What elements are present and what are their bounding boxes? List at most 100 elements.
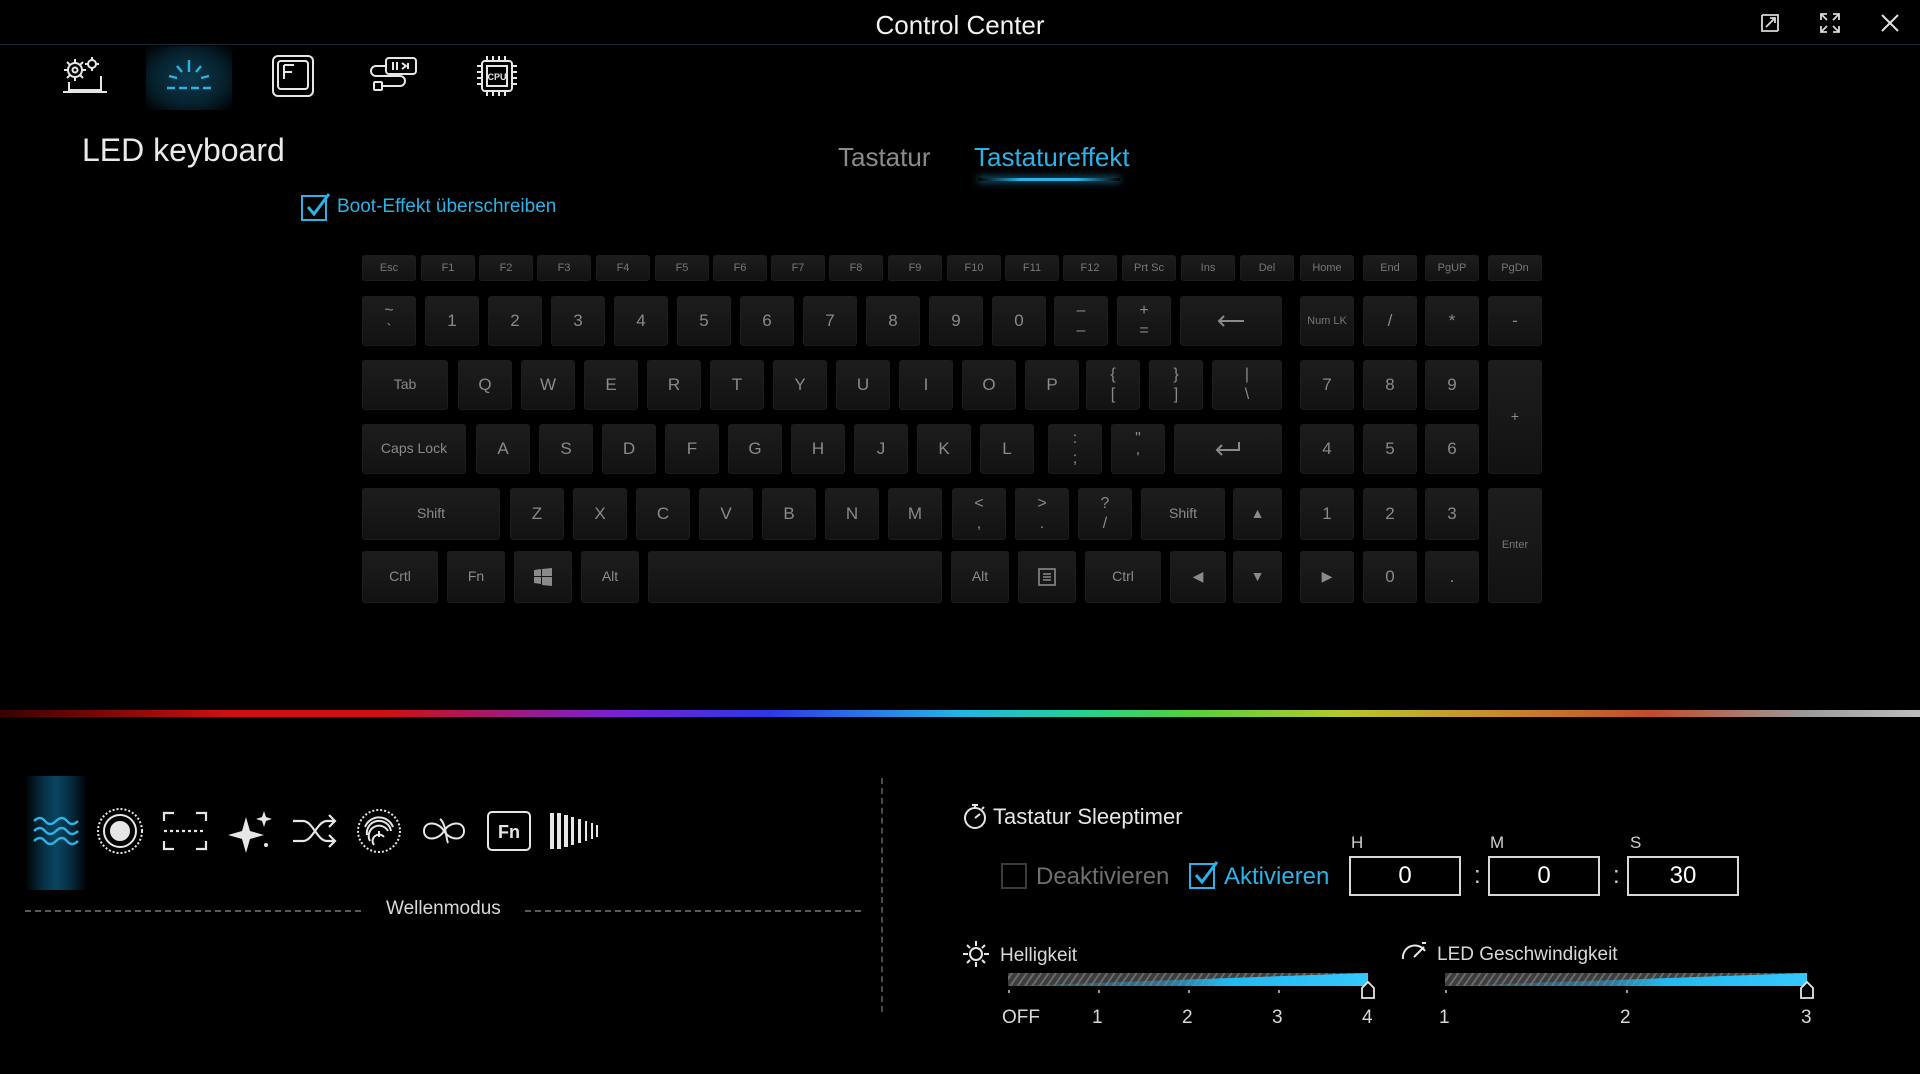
key-letter[interactable]: F (665, 424, 719, 474)
key-letter[interactable]: O (962, 360, 1016, 410)
led-speed-slider[interactable]: 1 2 3 (1439, 973, 1814, 1028)
key-ctrl-left[interactable]: Crtl (362, 551, 438, 603)
fn-key[interactable]: End (1363, 255, 1417, 281)
fn-key[interactable]: F10 (947, 255, 1001, 281)
hours-input[interactable]: 0 (1349, 856, 1461, 896)
key-ctrl-right[interactable]: Ctrl (1085, 551, 1161, 603)
key-digit[interactable]: 7 (803, 296, 857, 346)
numpad-minus[interactable]: - (1488, 296, 1542, 346)
key-tab[interactable]: Tab (362, 360, 448, 410)
boot-override-checkbox[interactable] (301, 193, 331, 221)
key-letter[interactable]: B (762, 488, 816, 540)
restore-window-icon[interactable] (1752, 8, 1788, 38)
key-arrow-down[interactable]: ▼ (1233, 551, 1282, 603)
tab-tastatur[interactable]: Tastatur (838, 142, 931, 173)
effect-mode-shuffle[interactable] (284, 776, 346, 890)
key-alt-right[interactable]: Alt (951, 551, 1009, 603)
key-letter[interactable]: R (647, 360, 701, 410)
key-digit[interactable]: 9 (929, 296, 983, 346)
nav-system-settings[interactable] (42, 46, 128, 110)
key-letter[interactable]: L (980, 424, 1034, 474)
seconds-input[interactable]: 30 (1627, 856, 1739, 896)
key-arrow-right[interactable]: ▶ (1300, 551, 1354, 603)
nav-fn-key[interactable] (250, 46, 336, 110)
key-letter[interactable]: N (825, 488, 879, 540)
key-menu[interactable] (1018, 551, 1076, 603)
key-bracket-right[interactable]: }] (1149, 360, 1203, 410)
fn-key[interactable]: F4 (596, 255, 650, 281)
key-backspace[interactable] (1180, 296, 1282, 346)
deactivate-checkbox[interactable] (1001, 863, 1027, 889)
numpad-multiply[interactable]: * (1425, 296, 1479, 346)
key-quote[interactable]: " ' (1111, 424, 1165, 474)
key-letter[interactable]: M (888, 488, 942, 540)
key-alt-left[interactable]: Alt (581, 551, 639, 603)
key-digit[interactable]: 2 (488, 296, 542, 346)
key-letter[interactable]: W (521, 360, 575, 410)
fn-key[interactable]: F8 (829, 255, 883, 281)
key-letter[interactable]: P (1025, 360, 1079, 410)
key-space[interactable] (648, 551, 942, 603)
minutes-input[interactable]: 0 (1488, 856, 1600, 896)
key-letter[interactable]: X (573, 488, 627, 540)
key-shift-left[interactable]: Shift (362, 488, 500, 540)
fn-key[interactable]: F6 (713, 255, 767, 281)
effect-mode-ripple[interactable] (89, 776, 151, 890)
key-letter[interactable]: T (710, 360, 764, 410)
numpad-key[interactable]: 4 (1300, 424, 1354, 474)
key-digit[interactable]: 0 (992, 296, 1046, 346)
tab-tastatureffekt[interactable]: Tastatureffekt (974, 142, 1130, 173)
fn-key[interactable]: Ins (1181, 255, 1235, 281)
fn-key[interactable]: Esc (362, 255, 416, 281)
key-digit[interactable]: 6 (740, 296, 794, 346)
numpad-key[interactable]: 2 (1363, 488, 1417, 540)
fn-key[interactable]: F12 (1063, 255, 1117, 281)
key-digit[interactable]: 5 (677, 296, 731, 346)
key-arrow-up[interactable]: ▲ (1233, 488, 1282, 540)
fn-key[interactable]: Home (1300, 255, 1354, 281)
fn-key[interactable]: F3 (537, 255, 591, 281)
nav-cpu[interactable]: CPU (454, 46, 540, 110)
fn-key[interactable]: F9 (888, 255, 942, 281)
key-letter[interactable]: H (791, 424, 845, 474)
fn-key[interactable]: F7 (771, 255, 825, 281)
effect-mode-wave[interactable] (25, 776, 87, 890)
fn-key[interactable]: Del (1240, 255, 1294, 281)
close-icon[interactable] (1872, 8, 1908, 38)
numpad-key[interactable]: 7 (1300, 360, 1354, 410)
numpad-key[interactable]: 3 (1425, 488, 1479, 540)
fn-key[interactable]: F2 (479, 255, 533, 281)
key-period[interactable]: >. (1015, 488, 1069, 540)
numpad-key[interactable]: 5 (1363, 424, 1417, 474)
key-minus[interactable]: – – (1054, 296, 1108, 346)
key-enter[interactable] (1174, 424, 1282, 474)
key-letter[interactable]: S (539, 424, 593, 474)
effect-mode-equalizer-bars[interactable] (543, 776, 605, 890)
key-windows[interactable] (514, 551, 572, 603)
numpad-enter[interactable]: Enter (1488, 488, 1542, 603)
numpad-key[interactable]: 9 (1425, 360, 1479, 410)
key-bracket-left[interactable]: {[ (1086, 360, 1140, 410)
numpad-plus[interactable]: + (1488, 360, 1542, 474)
effect-mode-infinity[interactable] (413, 776, 475, 890)
fn-key[interactable]: Prt Sc (1122, 255, 1176, 281)
key-letter[interactable]: Y (773, 360, 827, 410)
key-letter[interactable]: U (836, 360, 890, 410)
key-digit[interactable]: 3 (551, 296, 605, 346)
effect-mode-fn[interactable]: Fn (478, 776, 540, 890)
key-caps-lock[interactable]: Caps Lock (362, 424, 466, 474)
key-letter[interactable]: G (728, 424, 782, 474)
fn-key[interactable]: PgDn (1488, 255, 1542, 281)
fn-key[interactable]: F5 (655, 255, 709, 281)
maximize-icon[interactable] (1812, 8, 1848, 38)
numpad-numlock[interactable]: Num LK (1300, 296, 1354, 346)
key-fn[interactable]: Fn (447, 551, 505, 603)
nav-usb-power[interactable] (352, 46, 438, 110)
effect-mode-fingerprint[interactable] (348, 776, 410, 890)
key-digit[interactable]: 1 (425, 296, 479, 346)
numpad-key[interactable]: 8 (1363, 360, 1417, 410)
slider-handle[interactable] (1361, 980, 1375, 1004)
key-equals[interactable]: + = (1117, 296, 1171, 346)
color-spectrum-bar[interactable] (0, 710, 1920, 717)
key-letter[interactable]: K (917, 424, 971, 474)
